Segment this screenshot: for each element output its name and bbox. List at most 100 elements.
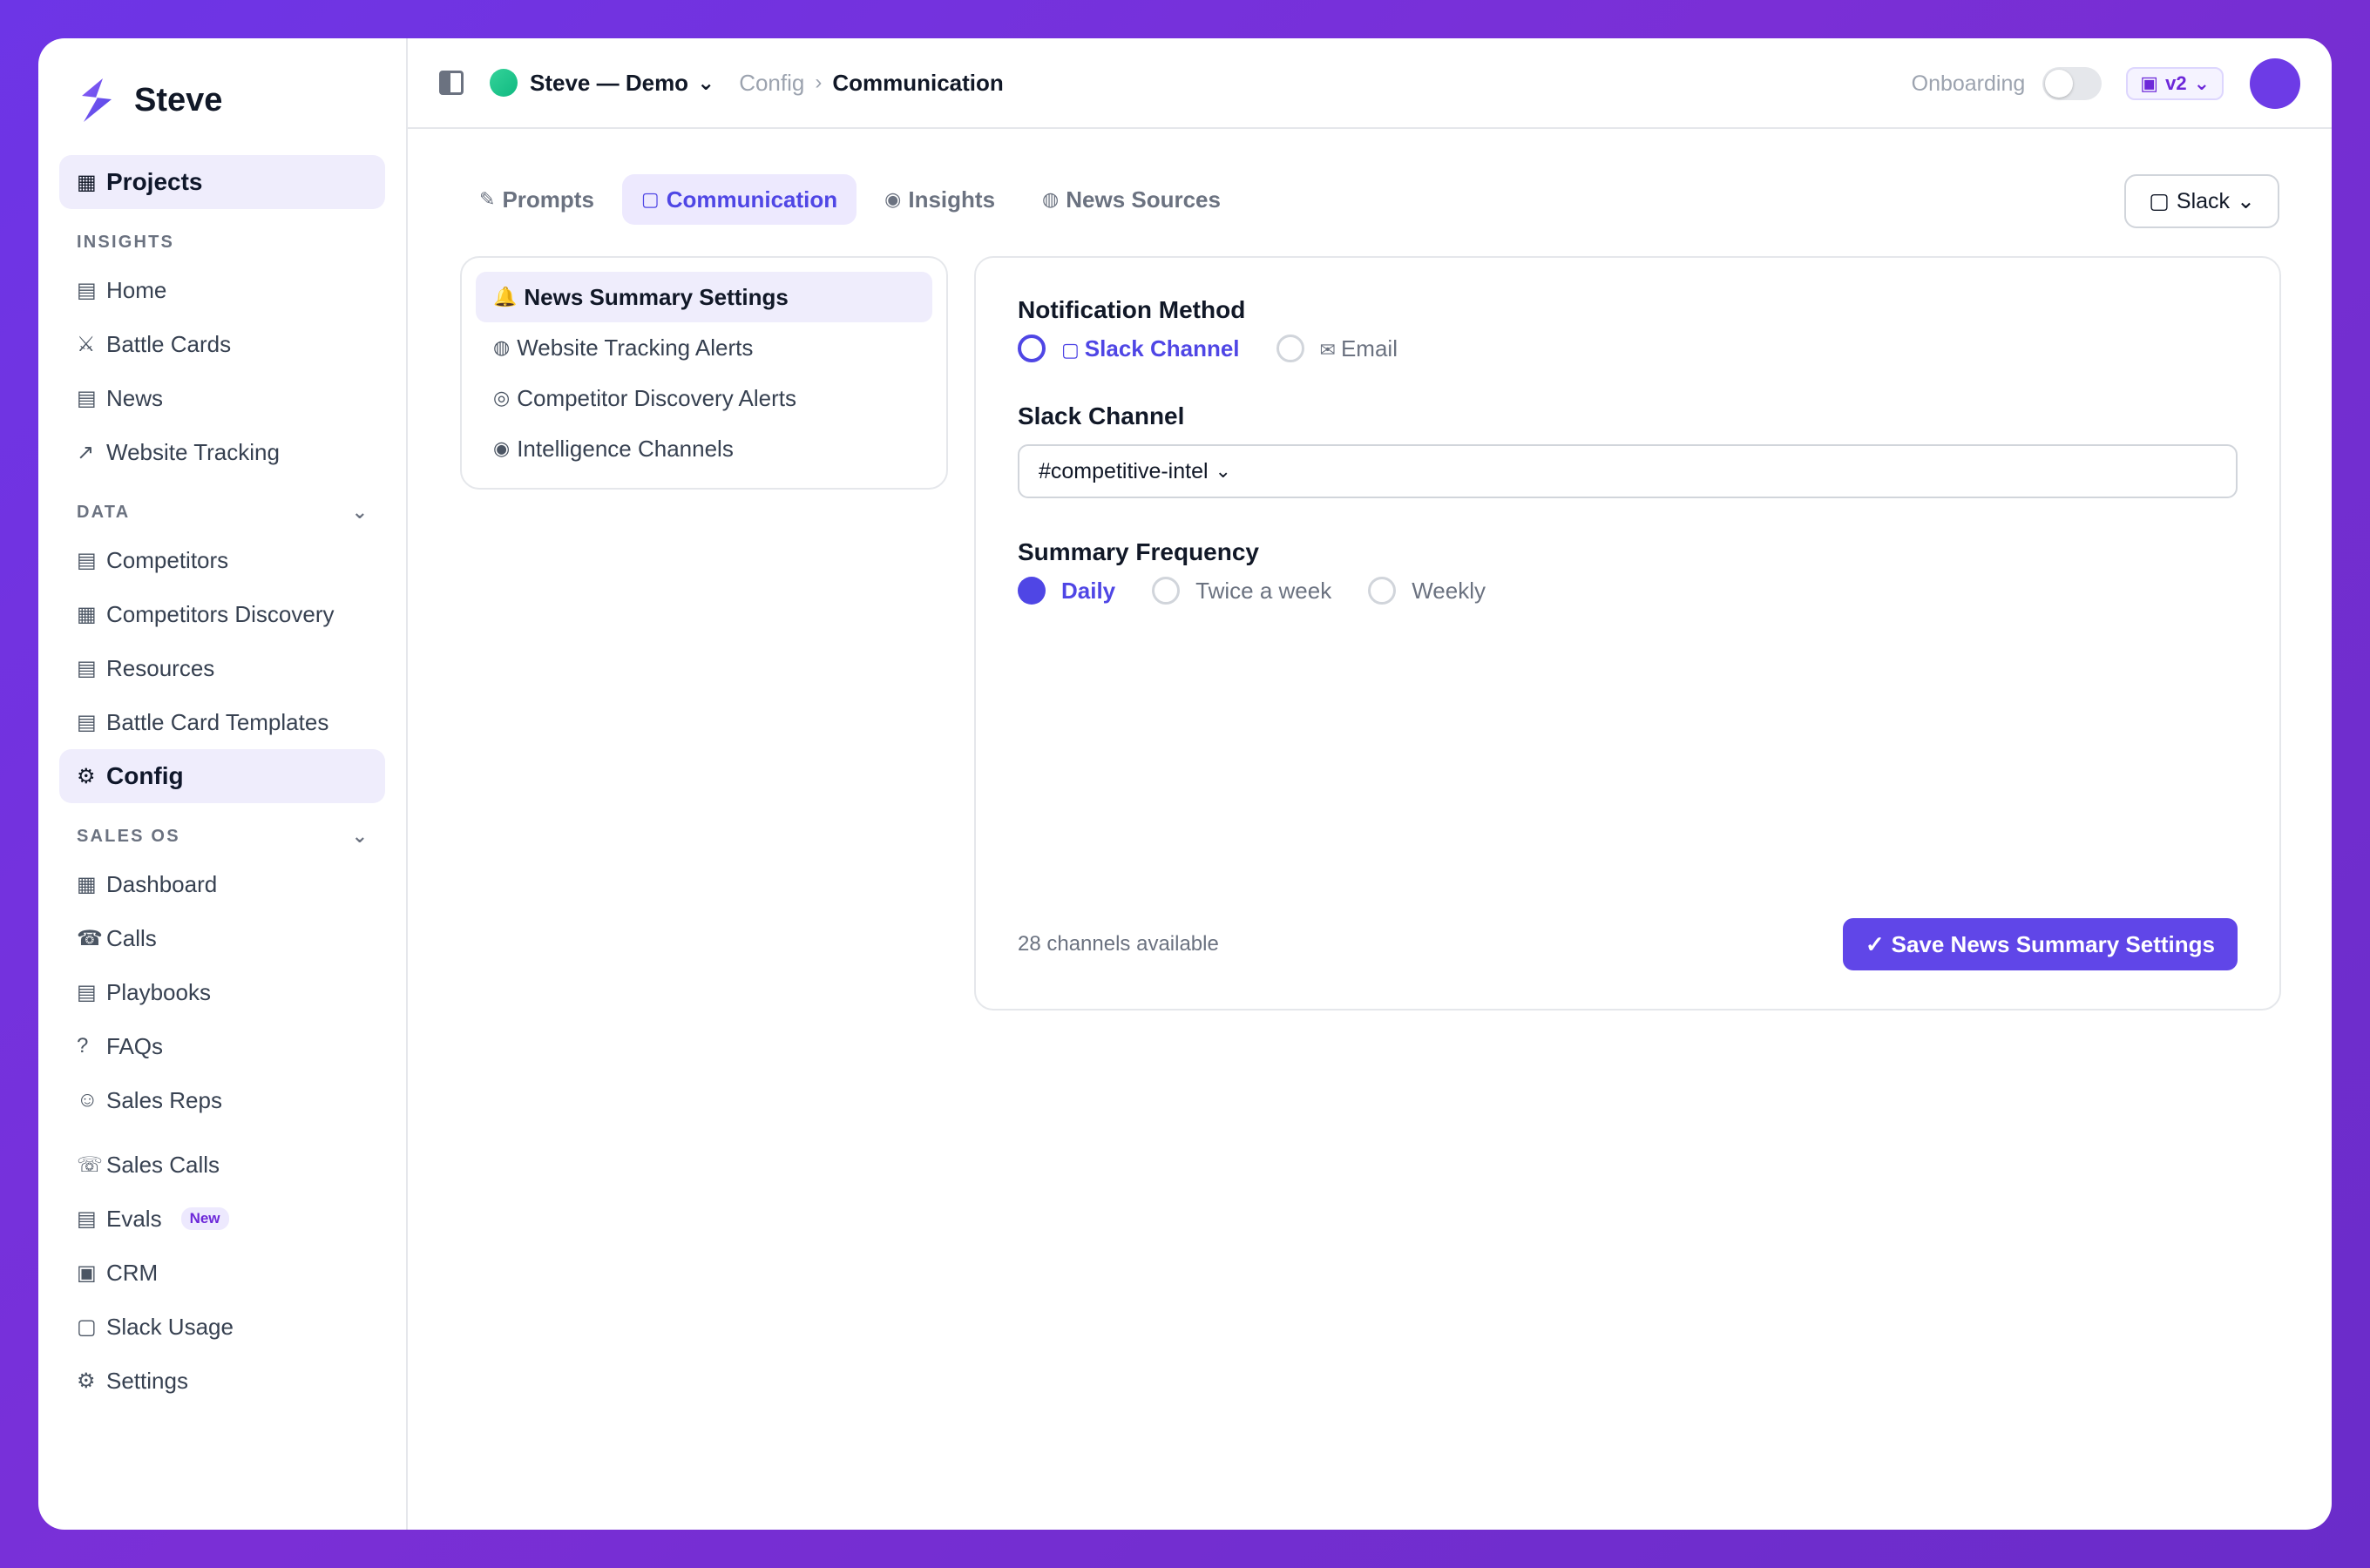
slack-channel-select[interactable]: #competitive-intel ⌄ bbox=[1018, 444, 2238, 498]
sidebar-item-playbooks[interactable]: ▤ Playbooks bbox=[59, 965, 385, 1019]
sidebar-item-settings[interactable]: ⚙ Settings bbox=[59, 1354, 385, 1408]
sidebar-item-sales-calls[interactable]: ☏ Sales Calls bbox=[59, 1138, 385, 1192]
breadcrumb-parent[interactable]: Config bbox=[739, 70, 804, 97]
chevron-down-icon: ⌄ bbox=[2193, 72, 2210, 94]
radio-email[interactable] bbox=[1276, 335, 1304, 362]
channels-available: 28 channels available bbox=[1018, 932, 1219, 956]
version-selector[interactable]: ▣ v2 ⌄ bbox=[2126, 67, 2224, 100]
question-icon: ? bbox=[77, 1034, 89, 1058]
onboarding-toggle[interactable] bbox=[2042, 67, 2103, 100]
sidebar-item-label: Projects bbox=[106, 168, 203, 195]
subnav-news-summary-settings[interactable]: 🔔 News Summary Settings bbox=[476, 272, 932, 322]
sidebar-item-label: Sales Reps bbox=[106, 1086, 222, 1113]
sidebar-item-label: Settings bbox=[106, 1367, 188, 1394]
summary-frequency-group: Daily Twice a week Weekly bbox=[1018, 577, 2238, 605]
tab-communication[interactable]: ▢ Communication bbox=[621, 174, 857, 225]
radio-daily[interactable] bbox=[1018, 577, 1046, 605]
sidebar-item-crm[interactable]: ▣ CRM bbox=[59, 1246, 385, 1300]
sidebar-item-resources[interactable]: ▤ Resources bbox=[59, 641, 385, 695]
sidebar-item-sales-reps[interactable]: ☺ Sales Reps bbox=[59, 1073, 385, 1127]
check-icon: ✓ bbox=[1865, 930, 1885, 957]
project-status-dot bbox=[490, 69, 518, 97]
section-sales-os[interactable]: SALES OS ⌄ bbox=[59, 815, 385, 857]
tab-news-sources[interactable]: ◍ News Sources bbox=[1023, 174, 1240, 225]
square-icon: ▢ bbox=[640, 188, 660, 210]
option-weekly[interactable]: Weekly bbox=[1412, 578, 1486, 605]
radio-weekly[interactable] bbox=[1368, 577, 1397, 605]
bell-icon: 🔔 bbox=[493, 286, 518, 308]
chevron-down-icon: ⌄ bbox=[2237, 189, 2255, 213]
sidebar-item-slack-usage[interactable]: ▢ Slack Usage bbox=[59, 1300, 385, 1354]
tab-prompts[interactable]: ✎ Prompts bbox=[460, 174, 613, 225]
option-twice-a-week[interactable]: Twice a week bbox=[1195, 578, 1331, 605]
subnav-label: News Summary Settings bbox=[524, 283, 789, 310]
sidebar-item-label: Competitors Discovery bbox=[106, 600, 335, 627]
sidebar-item-config[interactable]: ⚙ Config bbox=[59, 749, 385, 803]
option-email[interactable]: ✉ Email bbox=[1320, 335, 1398, 362]
sidebar-item-label: News bbox=[106, 384, 164, 411]
option-daily[interactable]: Daily bbox=[1061, 578, 1115, 605]
tab-insights[interactable]: ◉ Insights bbox=[865, 174, 1014, 225]
project-switcher[interactable]: Steve — Demo bbox=[530, 70, 688, 97]
sidebar-item-battle-cards[interactable]: ⚔ Battle Cards bbox=[59, 317, 385, 371]
save-news-summary-button[interactable]: ✓ Save News Summary Settings bbox=[1842, 918, 2238, 970]
subnav-intelligence-channels[interactable]: ◉ Intelligence Channels bbox=[476, 423, 932, 474]
notification-method-label: Notification Method bbox=[1018, 296, 1246, 323]
sidebar-item-label: Home bbox=[106, 276, 167, 303]
target-icon: ◉ bbox=[884, 188, 902, 210]
sidebar-item-competitors[interactable]: ▤ Competitors bbox=[59, 533, 385, 587]
main-content: Steve — Demo ⌄ Config › Communication On… bbox=[408, 38, 2332, 1530]
channel-platform-select[interactable]: ▢ Slack ⌄ bbox=[2124, 174, 2279, 228]
sidebar-item-label: Evals bbox=[106, 1205, 162, 1232]
radio-icon: ◉ bbox=[493, 437, 511, 459]
tab-label: Prompts bbox=[502, 186, 594, 213]
sidebar-item-faqs[interactable]: ? FAQs bbox=[59, 1019, 385, 1073]
radio-slack-channel[interactable] bbox=[1018, 335, 1046, 362]
sidebar-item-label: Slack Usage bbox=[106, 1313, 234, 1340]
avatar[interactable] bbox=[2250, 58, 2300, 109]
sidebar-item-battle-card-templates[interactable]: ▤ Battle Card Templates bbox=[59, 695, 385, 749]
radio-twice-a-week[interactable] bbox=[1152, 577, 1181, 605]
sidebar-item-competitors-discovery[interactable]: ▦ Competitors Discovery bbox=[59, 587, 385, 641]
subnav-website-tracking-alerts[interactable]: ◍ Website Tracking Alerts bbox=[476, 322, 932, 373]
gear-icon: ⚙ bbox=[77, 1369, 96, 1393]
sidebar-item-label: Dashboard bbox=[106, 870, 218, 897]
sidebar-item-news[interactable]: ▤ News bbox=[59, 371, 385, 425]
sidebar-item-evals[interactable]: ▤ Evals New bbox=[59, 1192, 385, 1246]
option-slack-channel[interactable]: ▢ Slack Channel bbox=[1061, 335, 1240, 362]
summary-frequency-label: Summary Frequency bbox=[1018, 538, 1259, 565]
sidebar-item-label: Config bbox=[106, 762, 184, 789]
brand[interactable]: Steve bbox=[59, 70, 385, 131]
sidebar-item-website-tracking[interactable]: ↗ Website Tracking bbox=[59, 425, 385, 479]
section-insights: INSIGHTS bbox=[59, 221, 385, 263]
globe-icon: ◍ bbox=[1042, 188, 1060, 210]
subnav-label: Intelligence Channels bbox=[517, 435, 734, 462]
sidebar-item-projects[interactable]: ▦ Projects bbox=[59, 155, 385, 209]
sidebar-item-label: Sales Calls bbox=[106, 1151, 220, 1178]
sidebar-item-dashboard[interactable]: ▦ Dashboard bbox=[59, 857, 385, 911]
save-button-label: Save News Summary Settings bbox=[1891, 930, 2215, 957]
topbar-right: Onboarding ▣ v2 ⌄ bbox=[1912, 38, 2300, 129]
app-window: Steve ▦ Projects INSIGHTS ▤ Home ⚔ Battle … bbox=[38, 38, 2332, 1530]
slack-channel-value: #competitive-intel bbox=[1039, 458, 1209, 483]
breadcrumb-separator: › bbox=[815, 71, 823, 94]
sidebar-toggle-icon[interactable] bbox=[439, 71, 464, 95]
subnav-competitor-discovery-alerts[interactable]: ◎ Competitor Discovery Alerts bbox=[476, 373, 932, 423]
sidebar-item-label: Resources bbox=[106, 654, 215, 681]
brand-name: Steve bbox=[134, 81, 223, 118]
notification-method-group: ▢ Slack Channel ✉ Email bbox=[1018, 335, 2238, 362]
grid-icon: ▦ bbox=[77, 872, 97, 896]
sidebar-item-label: Playbooks bbox=[106, 978, 211, 1005]
sidebar-item-home[interactable]: ▤ Home bbox=[59, 263, 385, 317]
chevron-down-icon[interactable]: ⌄ bbox=[697, 71, 714, 96]
section-data[interactable]: DATA ⌄ bbox=[59, 491, 385, 533]
chevron-down-icon: ⌄ bbox=[351, 825, 368, 847]
chevron-down-icon: ⌄ bbox=[351, 501, 368, 523]
list-icon: ▤ bbox=[77, 278, 97, 302]
square-icon: ▢ bbox=[1061, 338, 1080, 361]
sidebar-item-calls[interactable]: ☎ Calls bbox=[59, 911, 385, 965]
section-label: INSIGHTS bbox=[77, 232, 175, 252]
new-badge: New bbox=[180, 1207, 229, 1230]
slack-channel-label: Slack Channel bbox=[1018, 402, 1185, 429]
